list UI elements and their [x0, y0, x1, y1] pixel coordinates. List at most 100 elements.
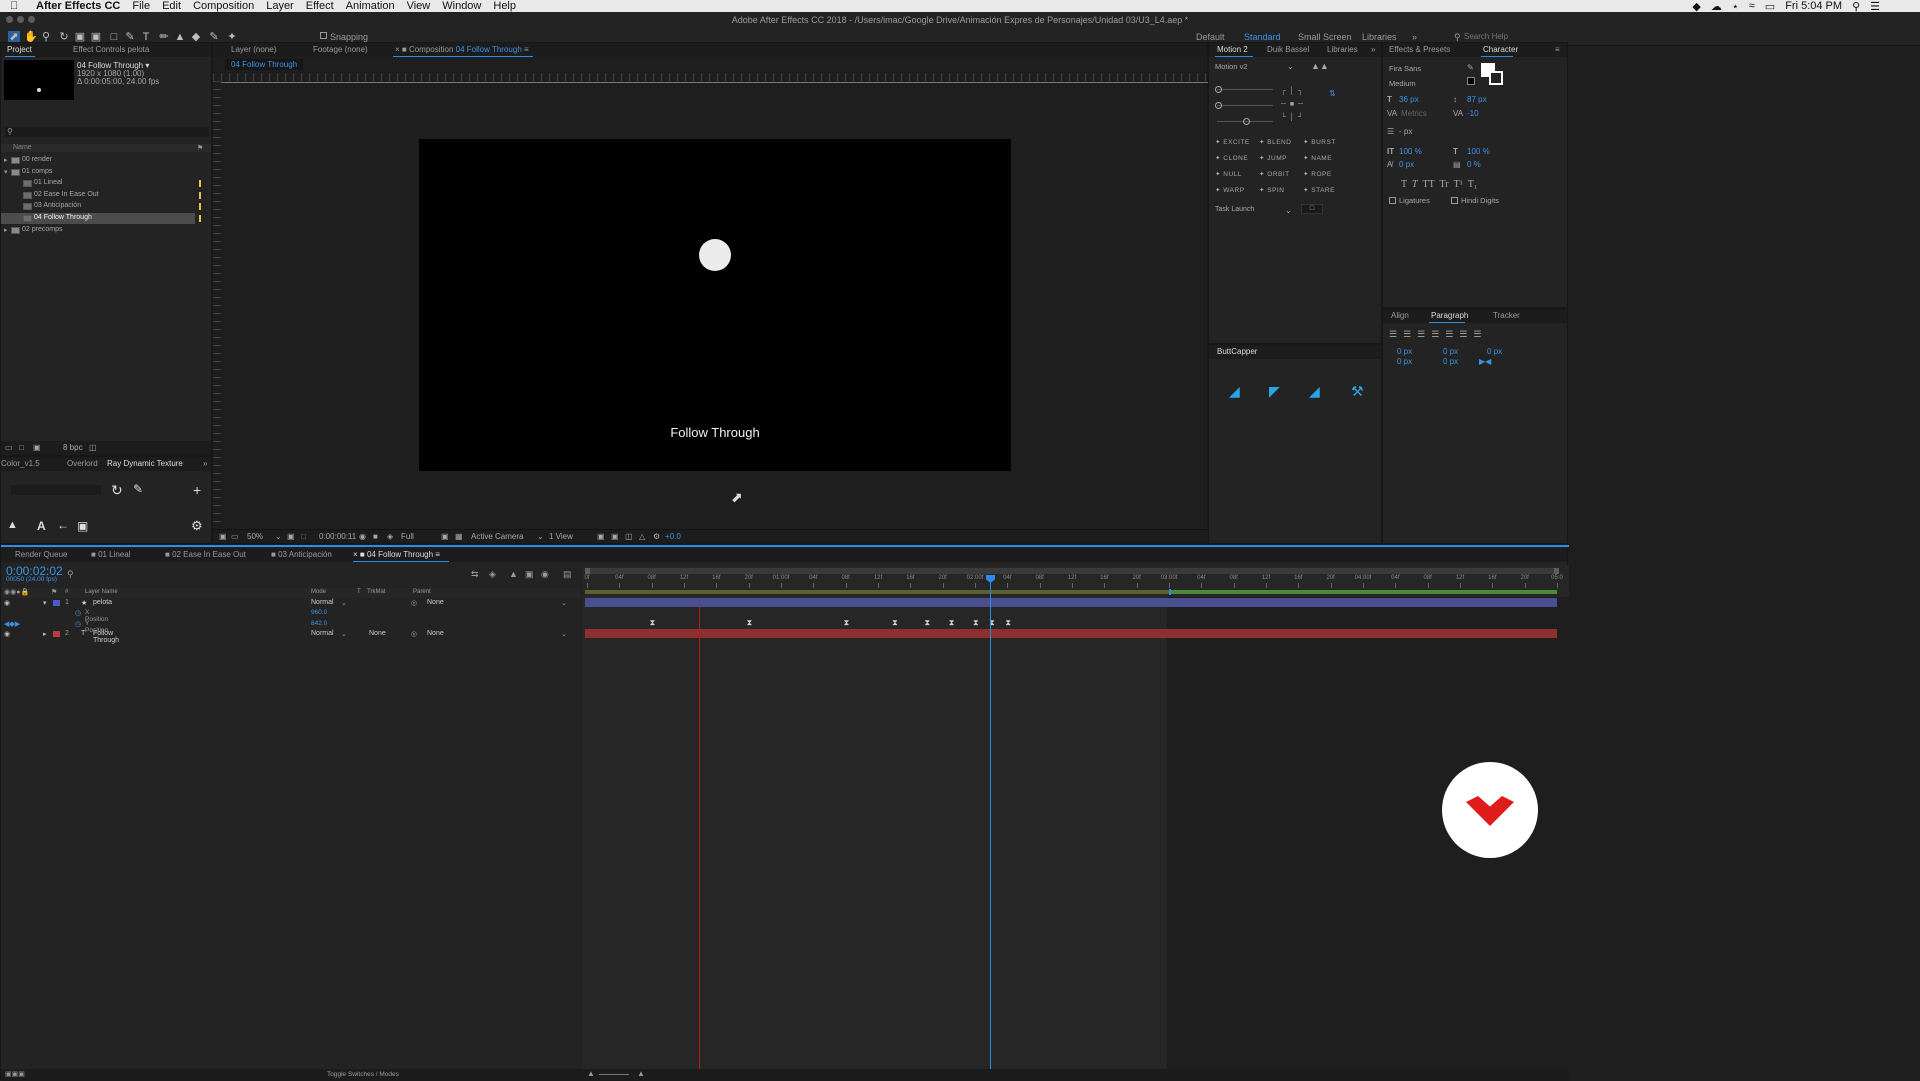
mode-chevron-icon[interactable]: ⌄	[341, 630, 347, 638]
bpc-label[interactable]: 8 bpc	[63, 443, 83, 452]
motion-spin-button[interactable]: ✦ SPIN	[1259, 186, 1284, 194]
tab-libraries[interactable]: Libraries	[1327, 45, 1358, 54]
new-folder-icon[interactable]: □	[19, 443, 24, 452]
hindi-digits-checkbox[interactable]	[1451, 197, 1458, 204]
kerning-value[interactable]: Metrics	[1401, 109, 1427, 118]
layer-name-column[interactable]: Layer Name	[85, 589, 118, 595]
frame-blending-icon[interactable]: ▣	[525, 569, 534, 580]
layer-name[interactable]: pelota	[93, 599, 112, 606]
composition-mini-flowchart-icon[interactable]: ⇆	[471, 569, 479, 580]
black-swatch[interactable]	[1467, 77, 1475, 85]
tab-ray-dynamic-texture[interactable]: Ray Dynamic Texture	[107, 459, 183, 468]
zoom-window-icon[interactable]	[28, 16, 35, 23]
tab-duik[interactable]: Duik Bassel	[1267, 45, 1309, 54]
workspace-libraries[interactable]: Libraries	[1362, 32, 1397, 42]
bluetooth-icon[interactable]: ⋆	[1732, 0, 1739, 13]
layer-trkmat-dropdown[interactable]: None	[369, 630, 386, 637]
curve-graph-icon[interactable]: ▲▲	[1311, 61, 1329, 71]
keyframe-icon[interactable]: ⧗	[650, 619, 656, 627]
tab-footage[interactable]: Footage (none)	[313, 45, 368, 54]
visibility-eye-icon[interactable]: ◉	[4, 599, 10, 607]
trkmat-column[interactable]: TrkMat	[367, 589, 385, 595]
show-snapshot-icon[interactable]: ■	[373, 532, 378, 541]
slider-knob-3[interactable]	[1243, 118, 1250, 125]
menu-view[interactable]: View	[407, 0, 431, 12]
current-time[interactable]: 0:00:00:11	[319, 532, 356, 541]
twirl-triangle-icon[interactable]: ▸	[43, 630, 47, 638]
motion-more-icon[interactable]: »	[1371, 45, 1375, 54]
tab-tracker[interactable]: Tracker	[1493, 311, 1520, 320]
brush-icon[interactable]: ✎	[133, 482, 143, 496]
layers-icon[interactable]: ▣	[77, 519, 88, 533]
interpret-footage-icon[interactable]: ▭	[5, 443, 13, 452]
parent-chevron-icon[interactable]: ⌄	[561, 630, 567, 638]
workspace-small-screen[interactable]: Small Screen	[1298, 32, 1352, 42]
square-cap-icon[interactable]: ◢	[1309, 383, 1320, 400]
motion-rope-button[interactable]: ✦ ROPE	[1303, 170, 1332, 178]
space-after-value[interactable]: 0 px	[1443, 357, 1458, 366]
project-folder-row[interactable]: ▸ 02 precomps	[1, 225, 195, 236]
tab-align[interactable]: Align	[1391, 311, 1409, 320]
tab-motion2[interactable]: Motion 2	[1217, 45, 1248, 54]
preset-chevron-icon[interactable]: ⌄	[1287, 62, 1294, 71]
project-comp-row[interactable]: 01 Lineal	[1, 178, 201, 189]
snapping-checkbox[interactable]	[320, 32, 327, 39]
safe-margins-icon[interactable]: ▣	[287, 532, 295, 541]
motion-excite-button[interactable]: ✦ EXCITE	[1215, 138, 1250, 146]
menu-animation[interactable]: Animation	[346, 0, 395, 12]
keyframe-icon[interactable]: ⧗	[844, 619, 850, 627]
settings-gear-icon[interactable]: ⚙	[191, 518, 203, 534]
anchor-grid[interactable]: ┌ │ ┐ ─ ■ ─ └ │ ┘	[1281, 85, 1325, 125]
exposure-value[interactable]: +0.0	[665, 532, 681, 541]
notification-center-icon[interactable]: ☰	[1870, 0, 1880, 13]
transparency-grid-icon[interactable]: ▦	[455, 532, 463, 541]
text-icon[interactable]: A	[37, 519, 46, 533]
project-comp-row[interactable]: 04 Follow Through	[1, 213, 201, 224]
twirl-triangle-icon[interactable]: ▾	[43, 599, 47, 607]
shape-icon[interactable]: ▲	[7, 519, 18, 531]
property-value[interactable]: 842.0	[311, 620, 327, 627]
font-size-value[interactable]: 36 px	[1399, 95, 1419, 104]
menu-layer[interactable]: Layer	[266, 0, 294, 12]
timeline-search-icon[interactable]: ⚲	[67, 569, 74, 580]
motion-warp-button[interactable]: ✦ WARP	[1215, 186, 1245, 194]
disclosure-triangle-icon[interactable]: ▾	[4, 168, 8, 176]
channel-icon[interactable]: ◈	[387, 532, 393, 541]
visibility-eye-icon[interactable]: ◉	[4, 630, 10, 638]
keyframe-icon[interactable]: ⧗	[747, 619, 753, 627]
motion-jump-button[interactable]: ✦ JUMP	[1259, 154, 1287, 162]
mode-chevron-icon[interactable]: ⌄	[341, 599, 347, 607]
add-icon[interactable]: +	[193, 482, 201, 498]
graph-editor-icon[interactable]: ▤	[563, 569, 572, 580]
monitor-icon[interactable]: ▭	[231, 532, 239, 541]
vertical-scale-value[interactable]: 100 %	[1399, 147, 1422, 156]
mode-column[interactable]: Mode	[311, 589, 326, 595]
timeline-zoom-slider[interactable]	[599, 1074, 629, 1075]
more-workspaces-icon[interactable]: »	[1412, 32, 1417, 42]
project-comp-row[interactable]: 03 Anticipación	[1, 201, 201, 212]
stopwatch-icon[interactable]: ◷	[75, 609, 81, 617]
tab-overlord[interactable]: Overlord	[67, 459, 98, 468]
workspace-default[interactable]: Default	[1196, 32, 1225, 42]
exposure-reset-icon[interactable]: ⚙	[653, 532, 660, 541]
arrow-left-icon[interactable]: ←	[57, 518, 69, 532]
slider-track-1[interactable]	[1217, 89, 1273, 90]
task-launch-dropdown[interactable]: Task Launch	[1215, 206, 1254, 213]
shy-icon[interactable]: ▲	[509, 569, 518, 579]
leading-value[interactable]: 87 px	[1467, 95, 1487, 104]
disclosure-triangle-icon[interactable]: ▸	[4, 156, 8, 164]
minimize-window-icon[interactable]	[17, 16, 24, 23]
tab-buttcapper[interactable]: ButtCapper	[1217, 347, 1257, 356]
keyframe-icon[interactable]: ⧗	[892, 619, 898, 627]
roi-icon[interactable]: ▣	[441, 532, 449, 541]
font-family-dropdown[interactable]: Fira Sans	[1389, 64, 1421, 73]
tab-character[interactable]: Character	[1483, 45, 1518, 54]
close-window-icon[interactable]	[6, 16, 13, 23]
camera-dropdown[interactable]: Active Camera	[471, 532, 523, 541]
tab-effects-presets[interactable]: Effects & Presets	[1389, 45, 1450, 54]
refresh-icon[interactable]: ↻	[111, 482, 123, 499]
t-column[interactable]: T	[357, 589, 361, 595]
footer-toggle-icons[interactable]: ▣▣▣	[5, 1070, 25, 1078]
trash-icon[interactable]: ◫	[89, 443, 97, 452]
character-menu-icon[interactable]: ≡	[1555, 45, 1560, 54]
